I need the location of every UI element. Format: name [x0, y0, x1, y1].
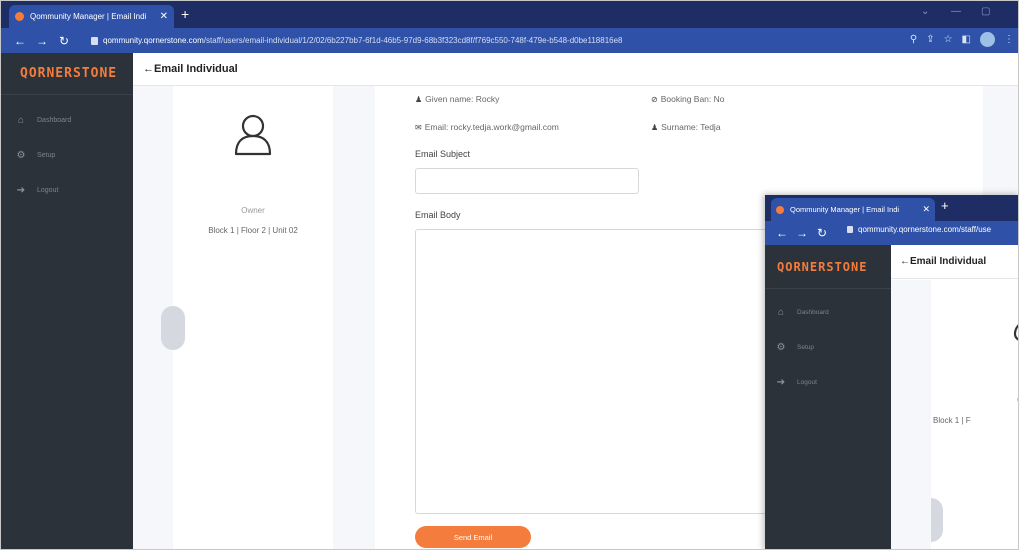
- user-icon: [1013, 324, 1018, 341]
- browser-tab[interactable]: Qommunity Manager | Email Indi ✕: [9, 5, 174, 28]
- scroll-handle[interactable]: [931, 498, 943, 542]
- gear-icon: ⚙: [16, 150, 26, 161]
- new-tab-icon[interactable]: +: [941, 198, 949, 213]
- home-icon: ⌂: [777, 307, 785, 318]
- overlay-window: Qommunity Manager | Email Indi ✕ + ← → ↻…: [765, 195, 1018, 549]
- favicon-icon: [15, 12, 24, 21]
- reload-icon[interactable]: ↻: [55, 34, 73, 48]
- tab-close-icon[interactable]: ✕: [160, 11, 168, 22]
- envelope-icon: ✉: [415, 122, 422, 132]
- sidebar-item-dashboard[interactable]: ⌂ Dashboard: [765, 295, 891, 330]
- share-icon[interactable]: ⇪: [926, 34, 934, 45]
- overlay-brand-logo[interactable]: QORNERSTONE: [765, 245, 891, 289]
- url-path: /staff/users/email-individual/1/2/02/6b2…: [203, 36, 623, 45]
- surname-text: Surname: Tedja: [661, 122, 721, 132]
- overlay-user-unit: Block 1 | F: [933, 416, 971, 425]
- overlay-page-header: ← Email Individual: [891, 245, 1018, 279]
- overlay-address-bar[interactable]: qommunity.qornerstone.com/staff/use: [847, 225, 991, 234]
- browser-toolbar: ← → ↻ qommunity.qornerstone.com /staff/u…: [1, 28, 1018, 53]
- user-small-icon: ♟: [651, 122, 659, 132]
- email-text: Email: rocky.tedja.work@gmail.com: [424, 122, 559, 132]
- reload-icon[interactable]: ↻: [813, 226, 831, 240]
- user-small-icon: ♟: [415, 94, 423, 104]
- overlay-content: C Block 1 | F: [891, 280, 1018, 549]
- sidebar-item-setup[interactable]: ⚙ Setup: [1, 138, 133, 173]
- page-title: Email Individual: [154, 63, 238, 75]
- screenshot-frame: Qommunity Manager | Email Indi ✕ + ⌄ — ▢…: [0, 0, 1019, 550]
- sidebar-item-label: Setup: [37, 152, 56, 159]
- home-icon: ⌂: [17, 115, 25, 126]
- sidebar: QORNERSTONE ⌂ Dashboard ⚙ Setup ➔ Logout: [1, 53, 133, 549]
- overlay-tab-title: Qommunity Manager | Email Indi: [790, 205, 900, 214]
- address-bar[interactable]: qommunity.qornerstone.com /staff/users/e…: [91, 32, 622, 49]
- profile-card: Owner Block 1 | Floor 2 | Unit 02: [161, 86, 333, 549]
- user-unit: Block 1 | Floor 2 | Unit 02: [208, 226, 298, 235]
- send-email-button[interactable]: Send Email: [415, 526, 531, 548]
- browser-tab-bar: Qommunity Manager | Email Indi ✕ + ⌄ — ▢: [1, 1, 1018, 28]
- menu-icon[interactable]: ⋮: [1004, 34, 1014, 45]
- star-icon[interactable]: ☆: [944, 34, 953, 45]
- forward-arrow-icon[interactable]: →: [793, 226, 811, 240]
- scroll-handle[interactable]: [161, 306, 185, 350]
- sidebar-item-logout[interactable]: ➔ Logout: [765, 365, 891, 400]
- booking-ban-text: Booking Ban: No: [660, 94, 725, 104]
- brand-logo[interactable]: QORNERSTONE: [1, 53, 133, 95]
- sidebar-item-label: Setup: [797, 344, 814, 351]
- booking-ban: ⊘ Booking Ban: No: [651, 94, 725, 104]
- email-address: ✉ Email: rocky.tedja.work@gmail.com: [415, 122, 559, 132]
- sidepanel-icon[interactable]: ◧: [962, 34, 971, 45]
- user-icon: [234, 114, 272, 156]
- url-host: qommunity.qornerstone.com: [103, 36, 204, 45]
- email-subject-label: Email Subject: [415, 149, 471, 159]
- gear-icon: ⚙: [776, 342, 786, 353]
- forward-arrow-icon[interactable]: →: [33, 34, 51, 48]
- email-subject-input[interactable]: [415, 168, 639, 194]
- back-link[interactable]: ←Email Individual: [143, 63, 238, 75]
- profile-avatar[interactable]: [980, 32, 995, 47]
- lock-icon: [847, 226, 853, 233]
- sidebar-item-label: Dashboard: [37, 117, 72, 124]
- overlay-sidebar: QORNERSTONE ⌂ Dashboard ⚙ Setup ➔ Logout: [765, 245, 891, 549]
- tab-close-icon[interactable]: ✕: [922, 204, 930, 215]
- user-role: Owner: [241, 206, 265, 215]
- page-header: ←Email Individual: [133, 53, 1018, 86]
- sidebar-item-dashboard[interactable]: ⌂ Dashboard: [1, 103, 133, 138]
- logout-icon: ➔: [16, 185, 26, 196]
- ban-icon: ⊘: [651, 94, 658, 104]
- logout-icon: ➔: [776, 377, 786, 388]
- given-name-text: Given name: Rocky: [425, 94, 500, 104]
- sidebar-item-setup[interactable]: ⚙ Setup: [765, 330, 891, 365]
- sidebar-item-logout[interactable]: ➔ Logout: [1, 173, 133, 208]
- zoom-icon[interactable]: ⚲: [910, 34, 917, 45]
- sidebar-item-label: Logout: [37, 187, 59, 194]
- lock-icon: [91, 36, 98, 45]
- given-name: ♟ Given name: Rocky: [415, 94, 499, 104]
- surname: ♟ Surname: Tedja: [651, 122, 721, 132]
- overlay-profile-card: C Block 1 | F: [931, 280, 1018, 549]
- new-tab-icon[interactable]: +: [181, 5, 189, 23]
- overlay-browser-tab[interactable]: Qommunity Manager | Email Indi ✕: [771, 198, 935, 221]
- back-arrow-icon[interactable]: ←: [11, 34, 29, 48]
- sidebar-item-label: Dashboard: [797, 309, 829, 316]
- minimize-icon[interactable]: —: [951, 6, 961, 17]
- arrow-left-icon: ←: [143, 63, 154, 75]
- favicon-icon: [776, 205, 784, 214]
- browser-actions: ⚲ ⇪ ☆ ◧ ⋮: [910, 32, 1014, 47]
- overlay-page-title: Email Individual: [910, 256, 987, 267]
- chevron-down-icon[interactable]: ⌄: [921, 6, 929, 17]
- back-arrow-icon[interactable]: ←: [773, 226, 791, 240]
- maximize-icon[interactable]: ▢: [981, 6, 990, 17]
- tab-title: Qommunity Manager | Email Indi: [30, 12, 147, 21]
- arrow-left-icon[interactable]: ←: [900, 256, 910, 267]
- overlay-toolbar: ← → ↻ qommunity.qornerstone.com/staff/us…: [765, 221, 1018, 245]
- overlay-tab-bar: Qommunity Manager | Email Indi ✕ +: [765, 195, 1018, 221]
- sidebar-item-label: Logout: [797, 379, 817, 386]
- overlay-url-text: qommunity.qornerstone.com/staff/use: [858, 225, 992, 234]
- email-body-label: Email Body: [415, 210, 461, 220]
